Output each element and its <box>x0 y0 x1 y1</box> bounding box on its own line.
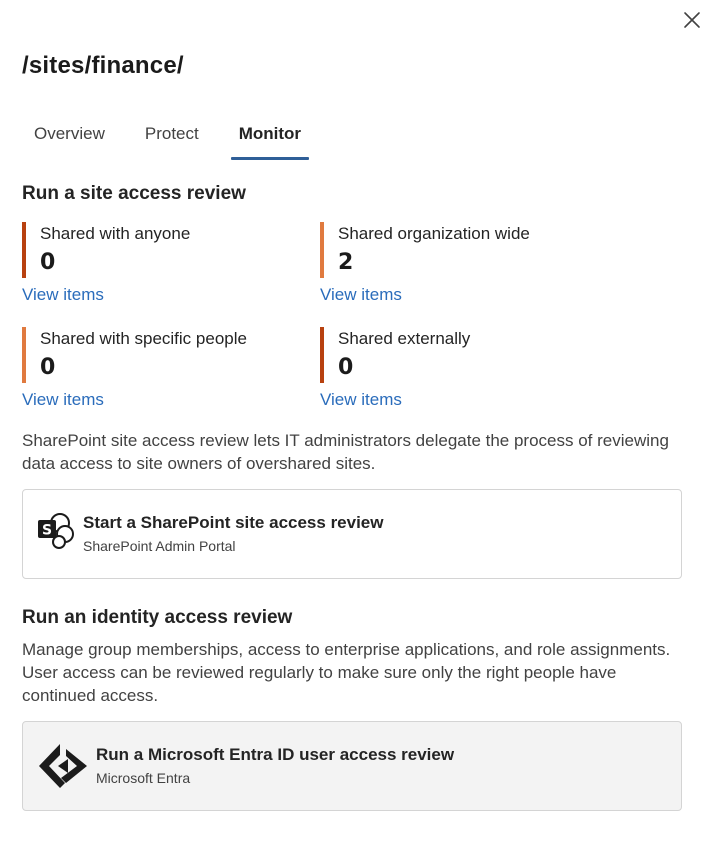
card-subtitle: SharePoint Admin Portal <box>83 538 236 554</box>
identity-review-heading: Run an identity access review <box>22 607 293 628</box>
card-subtitle: Microsoft Entra <box>96 770 191 786</box>
identity-review-description: Manage group memberships, access to ente… <box>22 640 671 705</box>
view-items-link[interactable]: View items <box>22 285 104 305</box>
run-entra-review-card[interactable]: Run a Microsoft Entra ID user access rev… <box>22 721 682 811</box>
stat-value: 0 <box>338 355 354 380</box>
severity-bar <box>320 222 324 278</box>
stat-value: 0 <box>40 355 56 380</box>
severity-bar <box>320 327 324 383</box>
stat-label: Shared organization wide <box>338 224 530 243</box>
stat-value: 0 <box>40 250 56 275</box>
page-title: /sites/finance/ <box>22 52 184 79</box>
tab-list: Overview Protect Monitor <box>22 120 313 160</box>
severity-bar <box>22 327 26 383</box>
stat-label: Shared with anyone <box>40 224 191 243</box>
close-button[interactable] <box>680 8 704 32</box>
sharepoint-icon: S <box>38 513 74 549</box>
entra-icon <box>39 744 87 788</box>
stat-label: Shared with specific people <box>40 329 247 348</box>
stat-label: Shared externally <box>338 329 471 348</box>
severity-bar <box>22 222 26 278</box>
card-title: Run a Microsoft Entra ID user access rev… <box>96 745 455 764</box>
view-items-link[interactable]: View items <box>22 390 104 410</box>
svg-text:S: S <box>42 523 52 539</box>
site-review-description: SharePoint site access review lets IT ad… <box>22 431 669 473</box>
view-items-link[interactable]: View items <box>320 390 402 410</box>
close-icon <box>684 12 700 28</box>
site-review-heading: Run a site access review <box>22 183 246 204</box>
stat-value: 2 <box>338 250 354 275</box>
tab-protect[interactable]: Protect <box>133 120 211 160</box>
tab-overview[interactable]: Overview <box>22 120 117 160</box>
start-sharepoint-review-card[interactable]: S Start a SharePoint site access review … <box>22 489 682 579</box>
tab-monitor[interactable]: Monitor <box>227 120 313 160</box>
card-title: Start a SharePoint site access review <box>83 513 384 532</box>
view-items-link[interactable]: View items <box>320 285 402 305</box>
